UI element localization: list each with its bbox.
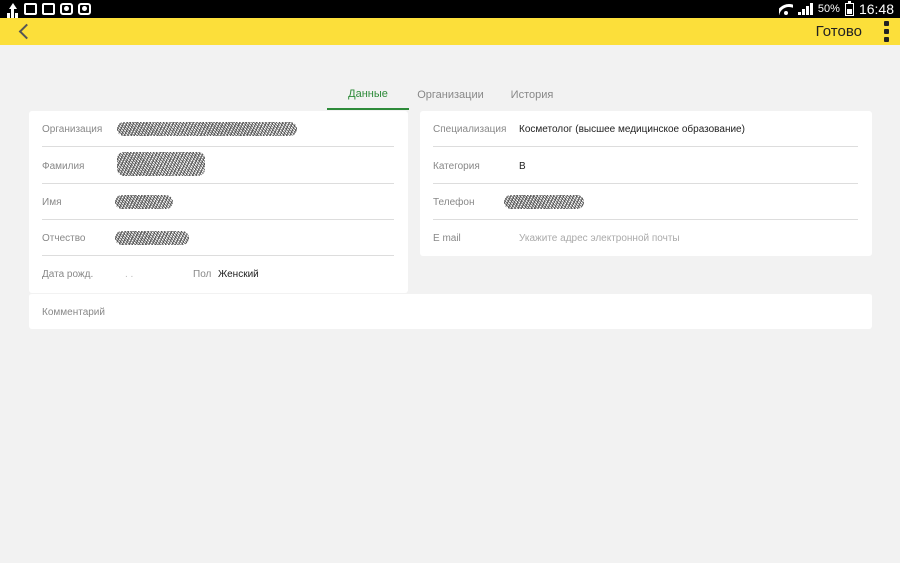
name-field[interactable]: Имя (29, 184, 408, 220)
tab-organizations[interactable]: Организации (409, 80, 492, 110)
surname-label: Фамилия (42, 160, 85, 172)
birthdate-label: Дата рожд. (42, 268, 94, 280)
patronymic-field[interactable]: Отчество (29, 220, 408, 256)
battery-percent: 50% (817, 3, 840, 15)
system-indicators: 50% 16:48 (778, 0, 894, 17)
notification-icons (6, 3, 91, 15)
tab-history[interactable]: История (492, 80, 572, 110)
redacted-surname (117, 152, 205, 176)
tab-data[interactable]: Данные (327, 80, 409, 110)
organization-label: Организация (42, 123, 103, 135)
gender-label: Пол (193, 268, 212, 280)
phone-field[interactable]: Телефон (420, 184, 872, 220)
email-input[interactable]: Укажите адрес электронной почты (519, 233, 680, 244)
clock: 16:48 (858, 1, 894, 17)
organization-field[interactable]: Организация (29, 111, 408, 147)
category-label: Категория (433, 160, 480, 172)
patronymic-label: Отчество (42, 232, 86, 244)
back-arrow-icon[interactable] (0, 18, 40, 45)
battery-icon (844, 0, 854, 16)
surname-field[interactable]: Фамилия (29, 148, 408, 184)
status-bar: 50% 16:48 (0, 0, 900, 18)
wifi-icon (778, 3, 793, 15)
specialization-label: Специализация (433, 123, 507, 135)
comment-field[interactable]: Комментарий (29, 294, 872, 330)
birthdate-gender-row: Дата рожд. . . Пол Женский (29, 256, 408, 292)
specialization-field[interactable]: Специализация Косметолог (высшее медицин… (420, 111, 872, 147)
email-field[interactable]: E mail Укажите адрес электронной почты (420, 220, 872, 256)
tab-bar: Данные Организации История (0, 80, 900, 110)
comment-card[interactable]: Комментарий (29, 293, 872, 329)
camera-icon (78, 3, 91, 15)
professional-info-card: Специализация Косметолог (высшее медицин… (420, 111, 872, 256)
gender-value[interactable]: Женский (218, 269, 259, 280)
name-label: Имя (42, 196, 62, 208)
upload-icon (6, 3, 19, 15)
redacted-phone (504, 195, 584, 209)
specialization-value: Косметолог (высшее медицинское образован… (519, 123, 745, 135)
phone-label: Телефон (433, 196, 475, 208)
more-menu-icon[interactable] (872, 18, 900, 45)
image-icon (24, 3, 37, 15)
email-label: E mail (433, 232, 461, 244)
category-value: В (519, 160, 526, 172)
comment-label: Комментарий (42, 306, 105, 318)
camera-icon (60, 3, 73, 15)
signal-icon (797, 3, 813, 15)
done-button[interactable]: Готово (806, 23, 872, 40)
redacted-name (115, 195, 173, 209)
app-toolbar: Готово (0, 18, 900, 45)
category-field[interactable]: Категория В (420, 148, 872, 184)
personal-info-card: Организация Фамилия Имя Отчество Дата ро… (29, 111, 408, 293)
redacted-organization (117, 122, 297, 136)
gallery-icon (42, 3, 55, 15)
birthdate-value[interactable]: . . (125, 269, 133, 280)
redacted-patronymic (115, 231, 189, 245)
